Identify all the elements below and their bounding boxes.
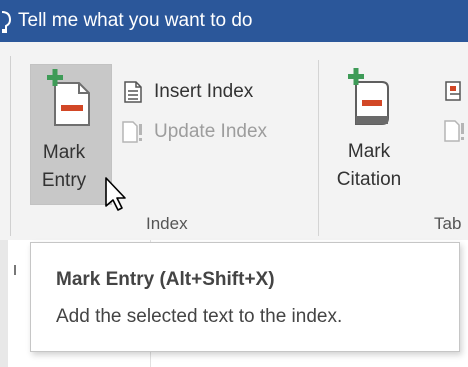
mark-citation-button[interactable]: Mark Citation	[328, 64, 410, 205]
document-left-margin	[0, 240, 8, 367]
mark-citation-label: Mark Citation	[328, 138, 410, 194]
mark-entry-button[interactable]: Mark Entry	[30, 64, 112, 205]
mouse-cursor-icon	[105, 177, 126, 211]
ribbon-group-divider-left	[10, 56, 11, 236]
mark-entry-tooltip: Mark Entry (Alt+Shift+X) Add the selecte…	[30, 242, 460, 352]
table-group-label-partial: Tab	[434, 214, 462, 233]
update-index-icon	[122, 121, 142, 143]
tooltip-title: Mark Entry (Alt+Shift+X)	[56, 269, 275, 290]
insert-index-label: Insert Index	[154, 81, 254, 102]
tell-me-text: Tell me what you want to do	[18, 10, 253, 31]
insert-table-of-authorities-icon[interactable]	[444, 80, 466, 102]
update-table-icon[interactable]	[444, 120, 466, 142]
mark-entry-icon	[47, 69, 90, 126]
word-references-ribbon-screenshot: Tell me what you want to do Mark Entry I…	[0, 0, 468, 367]
mark-citation-label-line2: Citation	[336, 169, 402, 190]
mark-citation-icon	[348, 68, 389, 125]
tooltip-description: Add the selected text to the index.	[56, 306, 343, 327]
mark-entry-label: Mark Entry	[31, 139, 97, 195]
lightbulb-icon	[1, 11, 12, 33]
mark-entry-label-line2: Entry	[41, 170, 87, 191]
tell-me-search-bar[interactable]: Tell me what you want to do	[0, 0, 468, 42]
document-icon	[124, 81, 142, 103]
ruler-tick	[14, 265, 16, 275]
mark-citation-label-line1: Mark	[347, 141, 391, 162]
update-index-label: Update Index	[154, 121, 268, 142]
mark-entry-label-line1: Mark	[42, 142, 86, 163]
index-group-label: Index	[146, 214, 188, 233]
ribbon-group-divider	[318, 60, 319, 236]
